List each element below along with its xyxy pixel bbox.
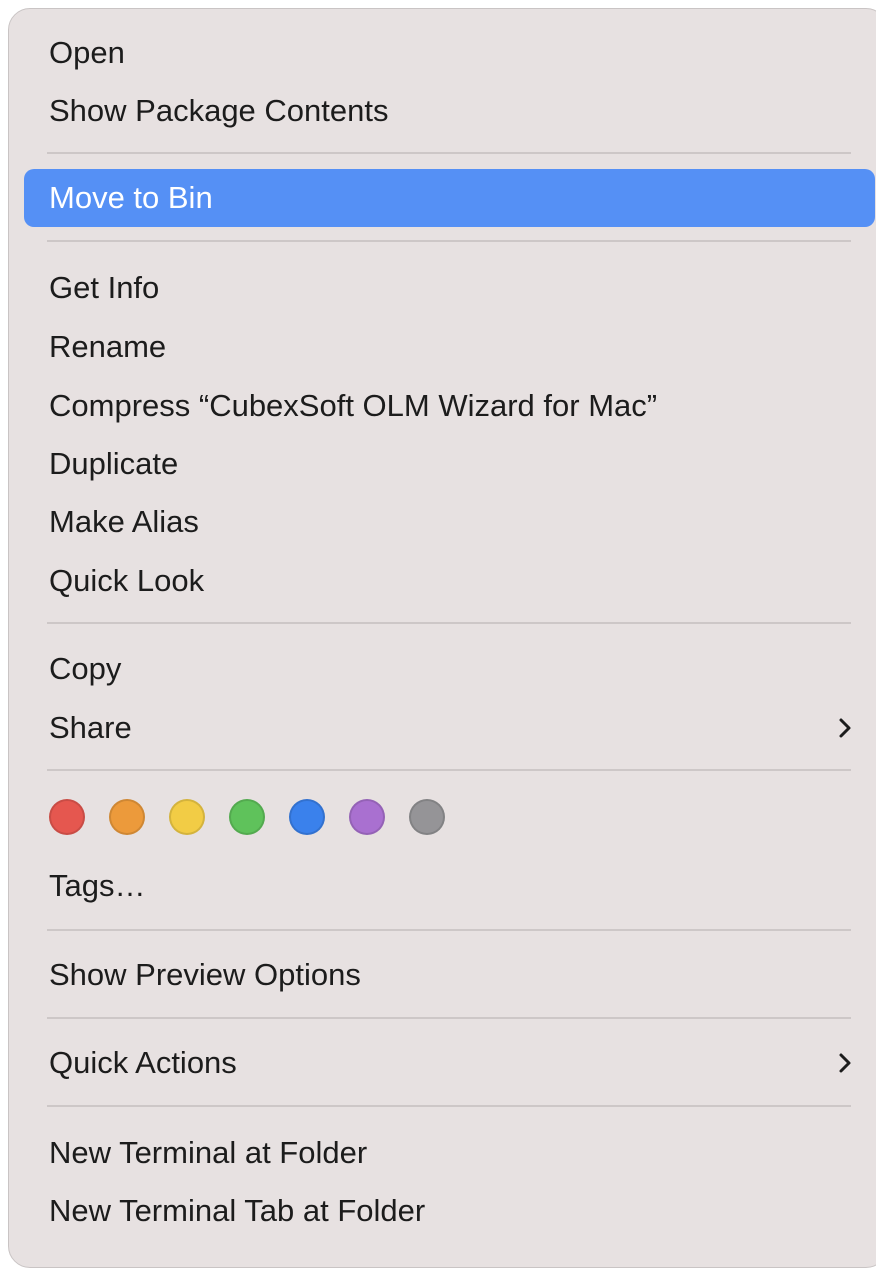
menu-item-label: Make Alias bbox=[49, 504, 199, 539]
chevron-right-icon bbox=[835, 1034, 855, 1092]
menu-item-copy[interactable]: Copy bbox=[24, 640, 875, 698]
menu-item-label: Copy bbox=[49, 651, 122, 686]
menu-item-show-preview-options[interactable]: Show Preview Options bbox=[24, 946, 875, 1004]
menu-separator bbox=[47, 240, 851, 242]
tag-yellow-icon[interactable] bbox=[169, 799, 205, 835]
tag-green-icon[interactable] bbox=[229, 799, 265, 835]
tag-orange-icon[interactable] bbox=[109, 799, 145, 835]
menu-separator bbox=[47, 1017, 851, 1019]
menu-item-label: Show Package Contents bbox=[49, 93, 389, 128]
menu-item-duplicate[interactable]: Duplicate bbox=[24, 435, 875, 493]
chevron-right-icon bbox=[835, 699, 855, 757]
menu-item-quick-look[interactable]: Quick Look bbox=[24, 552, 875, 610]
tag-gray-icon[interactable] bbox=[409, 799, 445, 835]
menu-item-quick-actions[interactable]: Quick Actions bbox=[24, 1034, 875, 1092]
menu-item-label: Rename bbox=[49, 329, 167, 364]
menu-item-make-alias[interactable]: Make Alias bbox=[24, 493, 875, 551]
tag-color-row bbox=[49, 797, 445, 837]
menu-item-rename[interactable]: Rename bbox=[24, 318, 875, 376]
tag-purple-icon[interactable] bbox=[349, 799, 385, 835]
menu-separator bbox=[47, 1105, 851, 1107]
menu-item-label: Move to Bin bbox=[49, 180, 213, 215]
menu-item-new-terminal-tab-at-folder[interactable]: New Terminal Tab at Folder bbox=[24, 1182, 875, 1240]
menu-separator bbox=[47, 929, 851, 931]
menu-separator bbox=[47, 622, 851, 624]
menu-item-share[interactable]: Share bbox=[24, 699, 875, 757]
menu-separator bbox=[47, 152, 851, 154]
menu-item-label: Get Info bbox=[49, 270, 160, 305]
menu-item-new-terminal-at-folder[interactable]: New Terminal at Folder bbox=[24, 1124, 875, 1182]
menu-item-label: Open bbox=[49, 35, 125, 70]
menu-separator bbox=[47, 769, 851, 771]
menu-item-label: Show Preview Options bbox=[49, 957, 361, 992]
menu-item-label: Compress “CubexSoft OLM Wizard for Mac” bbox=[49, 388, 658, 423]
tag-blue-icon[interactable] bbox=[289, 799, 325, 835]
menu-item-move-to-bin[interactable]: Move to Bin bbox=[24, 169, 875, 227]
menu-item-show-package-contents[interactable]: Show Package Contents bbox=[24, 82, 875, 140]
menu-item-get-info[interactable]: Get Info bbox=[24, 259, 875, 317]
context-menu: Open Show Package Contents Move to Bin G… bbox=[8, 8, 876, 1268]
menu-item-label: Quick Look bbox=[49, 563, 205, 598]
menu-item-tags[interactable]: Tags… bbox=[24, 857, 875, 915]
menu-item-label: Share bbox=[49, 710, 132, 745]
menu-item-label: Tags… bbox=[49, 868, 146, 903]
menu-item-open[interactable]: Open bbox=[24, 24, 875, 82]
menu-item-label: Quick Actions bbox=[49, 1045, 237, 1080]
menu-item-label: Duplicate bbox=[49, 446, 179, 481]
menu-item-label: New Terminal at Folder bbox=[49, 1135, 368, 1170]
tag-red-icon[interactable] bbox=[49, 799, 85, 835]
menu-item-label: New Terminal Tab at Folder bbox=[49, 1193, 426, 1228]
menu-item-compress[interactable]: Compress “CubexSoft OLM Wizard for Mac” bbox=[24, 377, 875, 435]
